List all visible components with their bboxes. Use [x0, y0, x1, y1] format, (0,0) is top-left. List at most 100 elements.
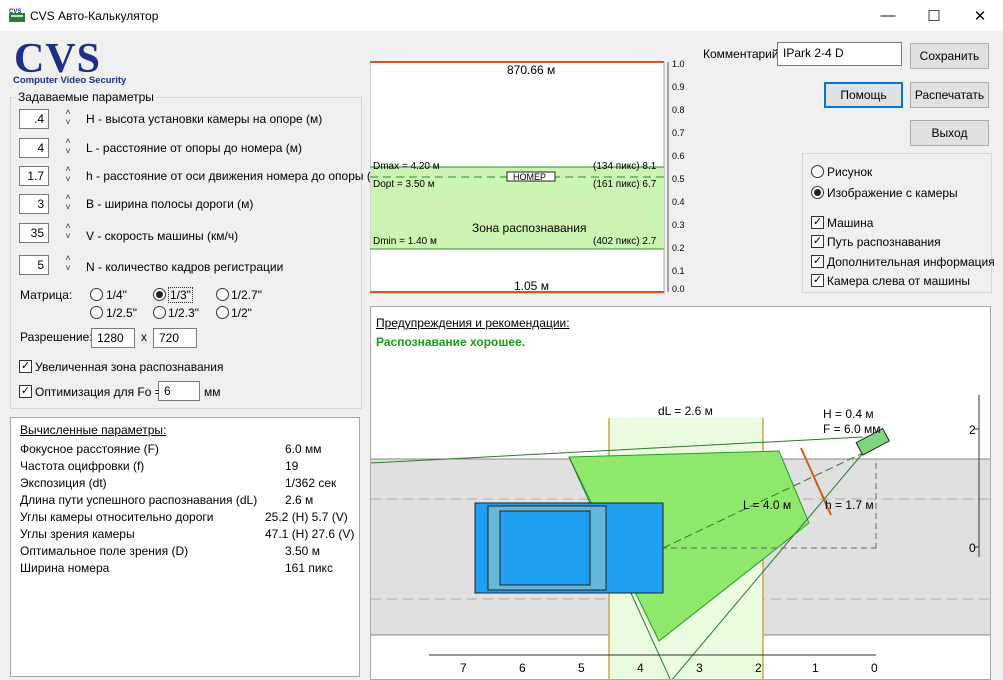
- matrix-radio-1-3[interactable]: [153, 288, 166, 301]
- optimize-checkbox[interactable]: ✓: [19, 385, 32, 398]
- preview-dmin: Dmin = 1.40 м: [373, 236, 437, 247]
- matrix-radio-1-2[interactable]: [216, 306, 229, 319]
- param-L-input[interactable]: 4: [19, 138, 49, 158]
- scale-tick: 0.0: [672, 284, 685, 294]
- status-text: Распознавание хорошее.: [376, 335, 526, 349]
- preview-zone-label: Зона распознавания: [472, 221, 587, 235]
- optimize-unit: мм: [204, 385, 221, 399]
- x-tick: 1: [812, 661, 819, 675]
- computed-value: 47.1 (H) 27.6 (V): [265, 527, 355, 541]
- path-checkbox[interactable]: ✓: [811, 235, 824, 248]
- x-tick: 6: [519, 661, 526, 675]
- print-button[interactable]: Распечатать: [910, 82, 989, 108]
- param-H-input[interactable]: .4: [19, 109, 49, 129]
- offset-label: h = 1.7 м: [825, 498, 874, 512]
- scale-tick: 0.3: [672, 220, 685, 230]
- preview-dopt: Dopt = 3.50 м: [373, 179, 435, 190]
- focal-label: F = 6.0 мм: [823, 422, 881, 436]
- param-B-label: B - ширина полосы дороги (м): [86, 197, 254, 211]
- x-tick: 0: [871, 661, 878, 675]
- computed-label: Оптимальное поле зрения (D): [20, 544, 189, 558]
- computed-label: Длина пути успешного распознавания (dL): [20, 493, 258, 507]
- title-bar: CVS CVS Авто-Калькулятор — ☐ ✕: [0, 0, 1003, 31]
- scale-tick: 0.6: [672, 151, 685, 161]
- camera-left-label: Камера слева от машины: [827, 274, 970, 288]
- param-V-spinner[interactable]: ˄ ˅: [62, 221, 74, 245]
- y-tick: 0: [969, 541, 976, 555]
- matrix-radio-1-4[interactable]: [90, 288, 103, 301]
- matrix-option-label: 1/4": [106, 288, 127, 302]
- computed-label: Углы зрения камеры: [20, 527, 135, 541]
- param-h-spinner[interactable]: ˄ ˅: [62, 164, 74, 188]
- computed-value: 25.2 (H) 5.7 (V): [265, 510, 348, 524]
- scale-tick: 0.7: [672, 128, 685, 138]
- camera-preview: 870.66 м 1.05 м Dmax = 4.20 м (134 пикс)…: [370, 59, 690, 295]
- scale-tick: 0.4: [672, 197, 685, 207]
- distance-label: L = 4.0 м: [743, 498, 792, 512]
- param-H-spinner[interactable]: ˄ ˅: [62, 107, 74, 131]
- scale-tick: 0.5: [672, 174, 685, 184]
- extra-info-label: Дополнительная информация: [827, 255, 995, 269]
- preview-plate: НОМЕР: [513, 172, 547, 182]
- computed-label: Фокусное расстояние (F): [20, 442, 159, 456]
- param-B-spinner[interactable]: ˄ ˅: [62, 192, 74, 216]
- scale-tick: 0.8: [672, 105, 685, 115]
- matrix-radio-1-2.3[interactable]: [153, 306, 166, 319]
- computed-label: Ширина номера: [20, 561, 110, 575]
- help-button[interactable]: Помощь: [824, 82, 903, 108]
- svg-text:Computer Video Security: Computer Video Security: [13, 75, 127, 86]
- car-label: Машина: [827, 216, 874, 230]
- app-icon: CVS: [8, 7, 26, 23]
- matrix-option-label: 1/2.3": [168, 306, 199, 320]
- matrix-radio-1-2.5[interactable]: [90, 306, 103, 319]
- param-L-label: L - расстояние от опоры до номера (м): [86, 141, 302, 155]
- maximize-button[interactable]: ☐: [911, 0, 957, 31]
- dl-label: dL = 2.6 м: [658, 404, 713, 418]
- path-label: Путь распознавания: [827, 235, 941, 249]
- scale-tick: 0.2: [672, 243, 685, 253]
- resolution-height-input[interactable]: 720: [153, 328, 197, 348]
- resolution-width-input[interactable]: 1280: [91, 328, 135, 348]
- camera-left-checkbox[interactable]: ✓: [811, 274, 824, 287]
- view-camera-radio[interactable]: [811, 186, 824, 199]
- x-tick: 4: [637, 661, 644, 675]
- preview-bottom-distance: 1.05 м: [514, 279, 549, 293]
- minimize-button[interactable]: —: [865, 0, 911, 31]
- extra-info-checkbox[interactable]: ✓: [811, 255, 824, 268]
- enlarged-zone-checkbox[interactable]: ✓: [19, 360, 32, 373]
- param-V-input[interactable]: 35: [19, 223, 49, 243]
- computed-value: 3.50 м: [285, 544, 320, 558]
- y-tick: 2: [969, 423, 976, 437]
- matrix-radio-1-2.7[interactable]: [216, 288, 229, 301]
- exit-button[interactable]: Выход: [910, 120, 989, 146]
- param-h-input[interactable]: 1.7: [19, 166, 49, 186]
- save-button[interactable]: Сохранить: [910, 43, 989, 69]
- scale-tick: 0.1: [672, 266, 685, 276]
- computed-label: Углы камеры относительно дороги: [20, 510, 214, 524]
- computed-panel: Вычисленные параметры: Фокусное расстоян…: [10, 417, 360, 677]
- preview-dmax-px: (134 пикс) 8.1: [593, 161, 657, 172]
- param-N-input[interactable]: 5: [19, 255, 49, 275]
- close-button[interactable]: ✕: [957, 0, 1003, 31]
- preview-dmax: Dmax = 4.20 м: [373, 161, 440, 172]
- x-tick: 2: [755, 661, 762, 675]
- x-tick: 5: [578, 661, 585, 675]
- matrix-option-label: 1/2": [231, 306, 252, 320]
- matrix-option-label: 1/3": [168, 287, 193, 303]
- param-B-input[interactable]: 3: [19, 194, 49, 214]
- param-L-spinner[interactable]: ˄ ˅: [62, 136, 74, 160]
- params-legend: Задаваемые параметры: [16, 90, 156, 104]
- matrix-option-label: 1/2.5": [106, 306, 137, 320]
- car-checkbox[interactable]: ✓: [811, 216, 824, 229]
- preview-dmin-px: (402 пикс) 2.7: [593, 236, 657, 247]
- diagram-panel: Предупреждения и рекомендации: Распознав…: [370, 306, 991, 680]
- computed-value: 6.0 мм: [285, 442, 322, 456]
- enlarged-zone-label: Увеличенная зона распознавания: [35, 360, 224, 374]
- param-N-spinner[interactable]: ˄ ˅: [62, 253, 74, 277]
- view-picture-radio[interactable]: [811, 165, 824, 178]
- optimize-fo-input[interactable]: 6: [158, 381, 200, 401]
- warnings-title: Предупреждения и рекомендации:: [376, 316, 570, 330]
- cvs-logo: CVS Computer Video Security: [12, 36, 162, 89]
- x-tick: 7: [460, 661, 467, 675]
- comment-input[interactable]: IPark 2-4 D: [777, 42, 902, 66]
